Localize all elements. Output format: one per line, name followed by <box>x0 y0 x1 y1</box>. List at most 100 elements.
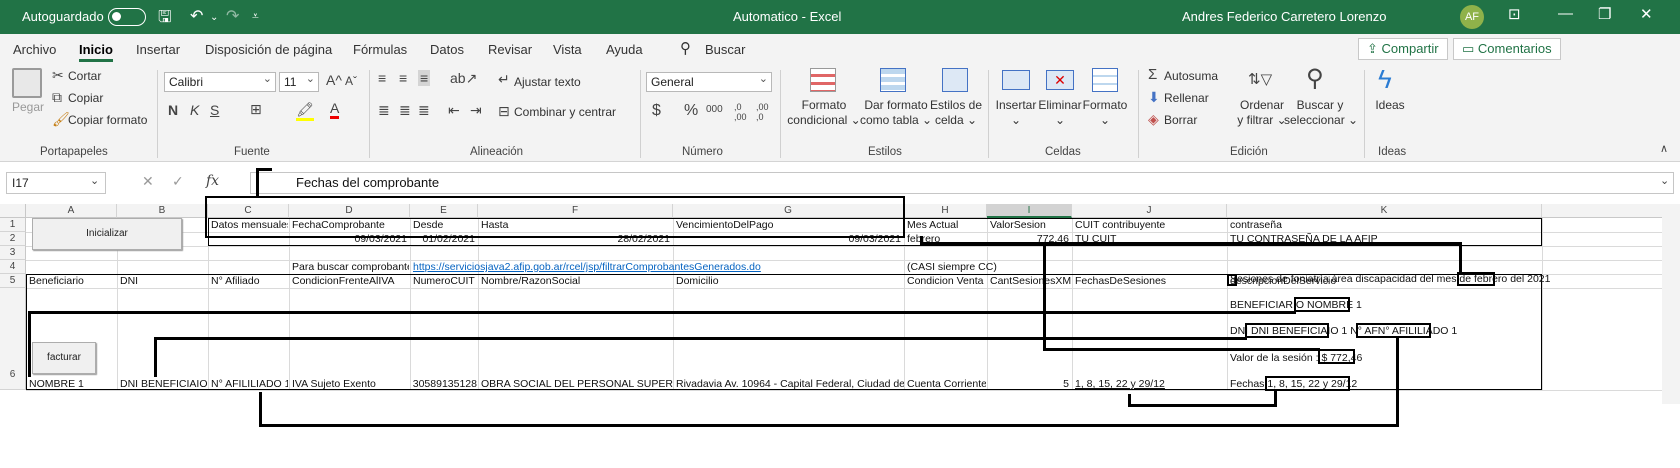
align-right-icon[interactable]: ≣ <box>418 102 430 119</box>
clipboard-icon[interactable] <box>12 68 42 98</box>
cell-k6-line2[interactable]: BENEFICIARIO NOMBRE 1 <box>1230 299 1540 311</box>
cell-e6[interactable]: 30589135128 <box>411 378 477 390</box>
fill-button[interactable]: Rellenar <box>1164 91 1209 105</box>
currency-icon[interactable]: $ <box>652 102 661 120</box>
percent-icon[interactable]: % <box>684 102 698 120</box>
decrease-font-icon[interactable]: Aˇ <box>345 74 357 88</box>
italic-icon[interactable]: K <box>190 102 199 118</box>
tab-disposicion[interactable]: Disposición de página <box>205 42 332 57</box>
cell-j6[interactable]: 1, 8, 15, 22 y 29/12 <box>1075 378 1226 390</box>
cell-h6[interactable]: Cuenta Corriente <box>907 378 986 390</box>
close-icon[interactable]: ✕ <box>1640 5 1653 23</box>
tab-ayuda[interactable]: Ayuda <box>606 42 643 57</box>
redo-icon[interactable]: ↷ <box>226 6 239 26</box>
cell-g6[interactable]: Rivadavia Av. 10964 - Capital Federal, C… <box>676 378 904 390</box>
tab-formulas[interactable]: Fórmulas <box>353 42 407 57</box>
align-left-icon[interactable]: ≣ <box>378 102 390 119</box>
share-button[interactable]: ⇪ Compartir <box>1358 38 1448 60</box>
column-header-a[interactable]: A <box>26 204 117 218</box>
cell-j5[interactable]: FechasDeSesiones <box>1075 275 1226 287</box>
invoice-button[interactable]: facturar <box>32 342 96 374</box>
column-header-b[interactable]: B <box>117 204 208 218</box>
expand-formula-icon[interactable]: ⌄ <box>1660 174 1669 187</box>
wrap-text-button[interactable]: Ajustar texto <box>514 75 581 89</box>
cell-k6-line1[interactable]: Sesiones de foniatría área discapacidad … <box>1230 273 1551 285</box>
decrease-decimal-icon[interactable]: ,00,0 <box>756 102 769 122</box>
collapse-ribbon-icon[interactable]: ∧ <box>1660 142 1668 155</box>
tab-datos[interactable]: Datos <box>430 42 464 57</box>
cell-e4-link[interactable]: https://serviciosjava2.afip.gob.ar/rcel/… <box>413 261 903 273</box>
cell-a5[interactable]: Beneficiario <box>29 275 116 287</box>
select-all-corner[interactable] <box>0 204 26 218</box>
ideas-button[interactable]: Ideas <box>1366 98 1414 113</box>
tab-insertar[interactable]: Insertar <box>136 42 180 57</box>
cell-j1[interactable]: CUIT contribuyente <box>1075 219 1226 231</box>
number-format-combo[interactable]: General <box>646 72 772 92</box>
cell-e5[interactable]: NumeroCUIT <box>413 275 477 287</box>
cut-button[interactable]: Cortar <box>68 69 101 83</box>
row-header-2[interactable]: 2 <box>0 232 26 246</box>
column-header-i[interactable]: I <box>987 204 1072 218</box>
cell-i6[interactable]: 5 <box>988 378 1069 390</box>
function-icon[interactable]: fx <box>206 173 219 189</box>
minimize-icon[interactable]: — <box>1558 5 1573 22</box>
cell-c5[interactable]: N° Afiliado <box>211 275 288 287</box>
row-header-5[interactable]: 5 <box>0 274 26 288</box>
comments-button[interactable]: ▭ Comentarios <box>1453 38 1561 60</box>
decrease-indent-icon[interactable]: ⇤ <box>448 102 460 119</box>
cell-h1[interactable]: Mes Actual <box>907 219 986 231</box>
cell-i5[interactable]: CantSesionesXMes <box>990 275 1071 287</box>
vertical-scrollbar[interactable] <box>1662 204 1680 404</box>
search-box[interactable]: Buscar <box>705 42 745 57</box>
format-cells-button[interactable]: Formato ⌄ <box>1080 98 1130 128</box>
cell-f5[interactable]: Nombre/RazonSocial <box>481 275 672 287</box>
increase-font-icon[interactable]: A^ <box>326 72 342 88</box>
enter-icon[interactable]: ✓ <box>172 173 184 190</box>
cell-b5[interactable]: DNI <box>120 275 207 287</box>
formula-input[interactable]: Fechas del comprobante <box>250 172 1674 194</box>
tab-revisar[interactable]: Revisar <box>488 42 532 57</box>
find-select-button[interactable]: Buscar y seleccionar ⌄ <box>1284 98 1358 128</box>
name-box-dropdown-icon[interactable]: ⌄ <box>90 174 99 187</box>
row-header-4[interactable]: 4 <box>0 260 26 274</box>
tab-vista[interactable]: Vista <box>553 42 582 57</box>
cell-h4[interactable]: (CASI siempre CC) <box>907 261 1027 273</box>
customize-toolbar-icon[interactable]: ⩡ <box>252 9 259 24</box>
cancel-icon[interactable]: ✕ <box>142 173 154 190</box>
font-size-combo[interactable]: 11 <box>279 72 319 92</box>
cell-a6[interactable]: NOMBRE 1 <box>29 378 116 390</box>
initialize-button[interactable]: Inicializar <box>32 218 182 250</box>
restore-icon[interactable]: ❐ <box>1598 5 1611 23</box>
cell-g5[interactable]: Domicilio <box>676 275 903 287</box>
cell-styles-button[interactable]: Estilos de celda ⌄ <box>926 98 986 128</box>
fill-color-icon[interactable]: 🖍 <box>296 101 314 121</box>
cell-d5[interactable]: CondicionFrenteAlIVA <box>292 275 409 287</box>
thousands-icon[interactable]: 000 <box>706 104 723 115</box>
autosave-toggle[interactable] <box>108 8 146 26</box>
row-header-6[interactable]: 6 <box>0 288 26 390</box>
ribbon-display-icon[interactable]: ⊡ <box>1508 5 1521 23</box>
search-icon[interactable]: ⚲ <box>680 39 691 57</box>
column-header-k[interactable]: K <box>1227 204 1542 218</box>
avatar[interactable]: AF <box>1460 5 1484 29</box>
undo-icon[interactable]: ↶ <box>190 6 203 26</box>
cell-i1[interactable]: ValorSesion <box>990 219 1071 231</box>
autosum-button[interactable]: Autosuma <box>1164 69 1218 83</box>
conditional-format-button[interactable]: Formato condicional ⌄ <box>784 98 864 128</box>
cell-c6[interactable]: N° AFILILIADO 1 <box>211 378 288 390</box>
borders-icon[interactable]: ⊞ <box>250 101 262 118</box>
undo-dropdown-icon[interactable]: ⌄ <box>210 12 218 23</box>
cell-k6-line4[interactable]: Valor de la sesión : $ 772,46 <box>1230 352 1540 364</box>
cell-d6[interactable]: IVA Sujeto Exento <box>292 378 409 390</box>
column-header-j[interactable]: J <box>1072 204 1227 218</box>
align-center-icon[interactable]: ≣ <box>399 102 411 119</box>
row-header-1[interactable]: 1 <box>0 218 26 232</box>
format-painter-button[interactable]: Copiar formato <box>68 113 147 127</box>
font-name-combo[interactable]: Calibri <box>164 72 276 92</box>
increase-decimal-icon[interactable]: ,0,00 <box>734 102 747 122</box>
align-top-icon[interactable]: ≡ <box>378 70 386 86</box>
cell-k1[interactable]: contraseña <box>1230 219 1541 231</box>
insert-cells-button[interactable]: Insertar ⌄ <box>992 98 1040 128</box>
delete-cells-button[interactable]: Eliminar ⌄ <box>1036 98 1084 128</box>
column-header-h[interactable]: H <box>904 204 987 218</box>
